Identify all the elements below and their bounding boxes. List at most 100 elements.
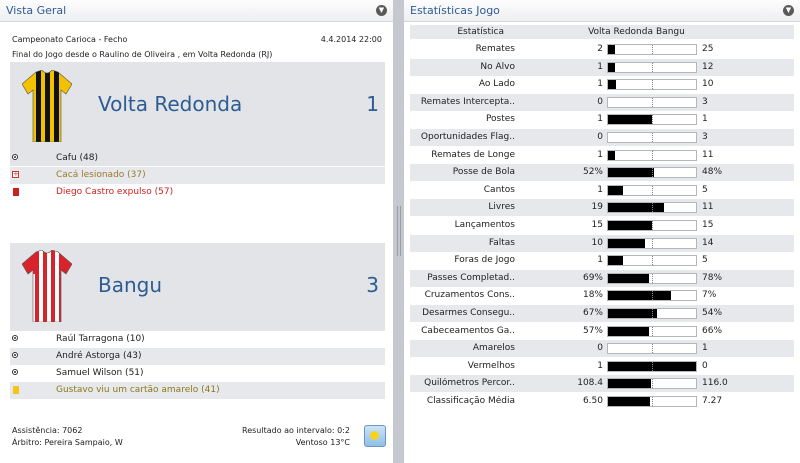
- chevron-down-icon[interactable]: ▼: [783, 5, 794, 16]
- bar-midline: [652, 256, 653, 266]
- home-stat-value: 10: [591, 237, 603, 248]
- home-stat-value: 1: [597, 360, 603, 371]
- stat-row: Amarelos 0 1: [410, 340, 794, 358]
- away-stat-value: 78%: [702, 272, 723, 283]
- home-stat-value: 15: [591, 220, 603, 230]
- away-stat-value: 48%: [702, 167, 723, 178]
- away-team-box: Bangu 3: [10, 243, 385, 331]
- stat-row: Remates de Longe 1 11: [410, 147, 794, 164]
- home-stat-value: 0: [597, 96, 603, 107]
- home-score: 1: [366, 92, 379, 116]
- stat-comparison-bar: [607, 61, 697, 73]
- stat-comparison-bar: [607, 132, 697, 143]
- home-stat-value: 6.50: [582, 396, 603, 406]
- away-stat-value: 66%: [702, 325, 723, 336]
- away-stat-value: 3: [702, 132, 708, 142]
- goal-icon: [12, 335, 18, 341]
- home-stat-value: 18%: [582, 290, 603, 301]
- event-row[interactable]: Gustavo viu um cartão amarelo (41): [10, 382, 385, 399]
- bar-midline: [652, 150, 653, 160]
- home-share-fill: [608, 291, 671, 301]
- match-summary: Final do Jogo desde o Raulino de Oliveir…: [12, 50, 273, 59]
- event-text: Cacá lesionado (37): [56, 170, 146, 180]
- home-stat-value: 2: [597, 44, 603, 54]
- home-share-fill: [608, 256, 623, 266]
- bar-midline: [652, 203, 653, 213]
- stat-comparison-bar: [607, 396, 697, 407]
- event-text: Gustavo viu um cartão amarelo (41): [56, 385, 220, 395]
- away-stat-value: 116.0: [702, 378, 728, 389]
- home-stat-value: 69%: [582, 272, 603, 283]
- event-row[interactable]: Raúl Tarragona (10): [10, 331, 385, 348]
- competition-label: Campeonato Carioca - Fecho: [12, 35, 128, 44]
- home-stat-value: 108.4: [577, 378, 603, 389]
- stat-row: Passes Completad.. 69% 78%: [410, 269, 794, 287]
- bar-midline: [652, 115, 653, 125]
- away-stat-value: 12: [702, 61, 714, 72]
- weather-icon: [364, 425, 386, 447]
- away-stat-value: 15: [702, 220, 714, 230]
- home-stat-value: 1: [597, 79, 603, 90]
- injury-icon: +: [12, 170, 19, 178]
- home-column-label[interactable]: Volta Redonda: [588, 27, 653, 37]
- away-team-name[interactable]: Bangu: [98, 273, 162, 297]
- home-share-fill: [608, 203, 664, 213]
- panel-splitter[interactable]: [393, 0, 404, 463]
- overview-title: Vista Geral: [6, 4, 67, 17]
- away-stat-value: 5: [702, 255, 708, 266]
- home-share-fill: [608, 397, 650, 406]
- stats-title: Estatísticas Jogo: [410, 4, 500, 17]
- home-stat-value: 1: [597, 149, 603, 160]
- event-row[interactable]: + Cacá lesionado (37): [10, 167, 385, 184]
- stat-label: No Alvo: [480, 61, 515, 72]
- stat-row: Faltas 10 14: [410, 234, 794, 252]
- bar-midline: [652, 361, 653, 371]
- home-stat-value: 19: [591, 202, 603, 213]
- stat-comparison-bar: [607, 79, 697, 91]
- stat-column-label[interactable]: Estatística: [457, 27, 504, 37]
- event-row[interactable]: Diego Castro expulso (57): [10, 184, 385, 201]
- home-stat-value: 0: [597, 132, 603, 142]
- stat-comparison-bar: [607, 325, 697, 337]
- stat-row: Cantos 1 5: [410, 182, 794, 199]
- away-stat-value: 10: [702, 79, 714, 90]
- match-overview-panel: Vista Geral ▼ Campeonato Carioca - Fecho…: [0, 0, 393, 463]
- event-row[interactable]: Samuel Wilson (51): [10, 365, 385, 382]
- bar-midline: [652, 168, 653, 178]
- overview-header: Vista Geral ▼: [0, 0, 393, 22]
- stat-label: Remates: [475, 44, 515, 54]
- home-team-name[interactable]: Volta Redonda: [98, 92, 242, 116]
- stat-comparison-bar: [607, 308, 697, 319]
- bar-midline: [652, 291, 653, 301]
- home-share-fill: [608, 80, 616, 90]
- red-card-icon: [13, 188, 19, 196]
- chevron-down-icon[interactable]: ▼: [376, 5, 387, 16]
- stat-comparison-bar: [607, 360, 697, 372]
- stat-label: Postes: [485, 114, 515, 125]
- away-stat-value: 0: [702, 360, 708, 371]
- event-text: Diego Castro expulso (57): [56, 187, 174, 197]
- stat-row: Foras de Jogo 1 5: [410, 252, 794, 269]
- home-share-fill: [608, 115, 652, 125]
- stat-comparison-bar: [607, 378, 697, 390]
- bar-midline: [652, 97, 653, 107]
- bar-midline: [652, 344, 653, 354]
- stat-label: Remates de Longe: [431, 149, 515, 160]
- stat-comparison-bar: [607, 220, 697, 231]
- stat-label: Cantos: [483, 184, 515, 195]
- home-stat-value: 57%: [582, 325, 603, 336]
- bar-midline: [652, 309, 653, 318]
- home-share-fill: [608, 221, 652, 230]
- away-score: 3: [366, 273, 379, 297]
- away-column-label[interactable]: Bangu: [656, 27, 685, 37]
- event-row[interactable]: Cafu (48): [10, 150, 385, 167]
- stat-comparison-bar: [607, 96, 697, 108]
- home-share-fill: [608, 62, 615, 72]
- stats-header: Estatísticas Jogo ▼: [404, 0, 800, 22]
- home-stat-value: 52%: [582, 167, 603, 178]
- event-row[interactable]: André Astorga (43): [10, 348, 385, 365]
- stat-row: Ao Lado 1 10: [410, 76, 794, 93]
- home-share-fill: [608, 309, 657, 318]
- bar-midline: [652, 238, 653, 248]
- stat-row: Remates 2 25: [410, 41, 794, 58]
